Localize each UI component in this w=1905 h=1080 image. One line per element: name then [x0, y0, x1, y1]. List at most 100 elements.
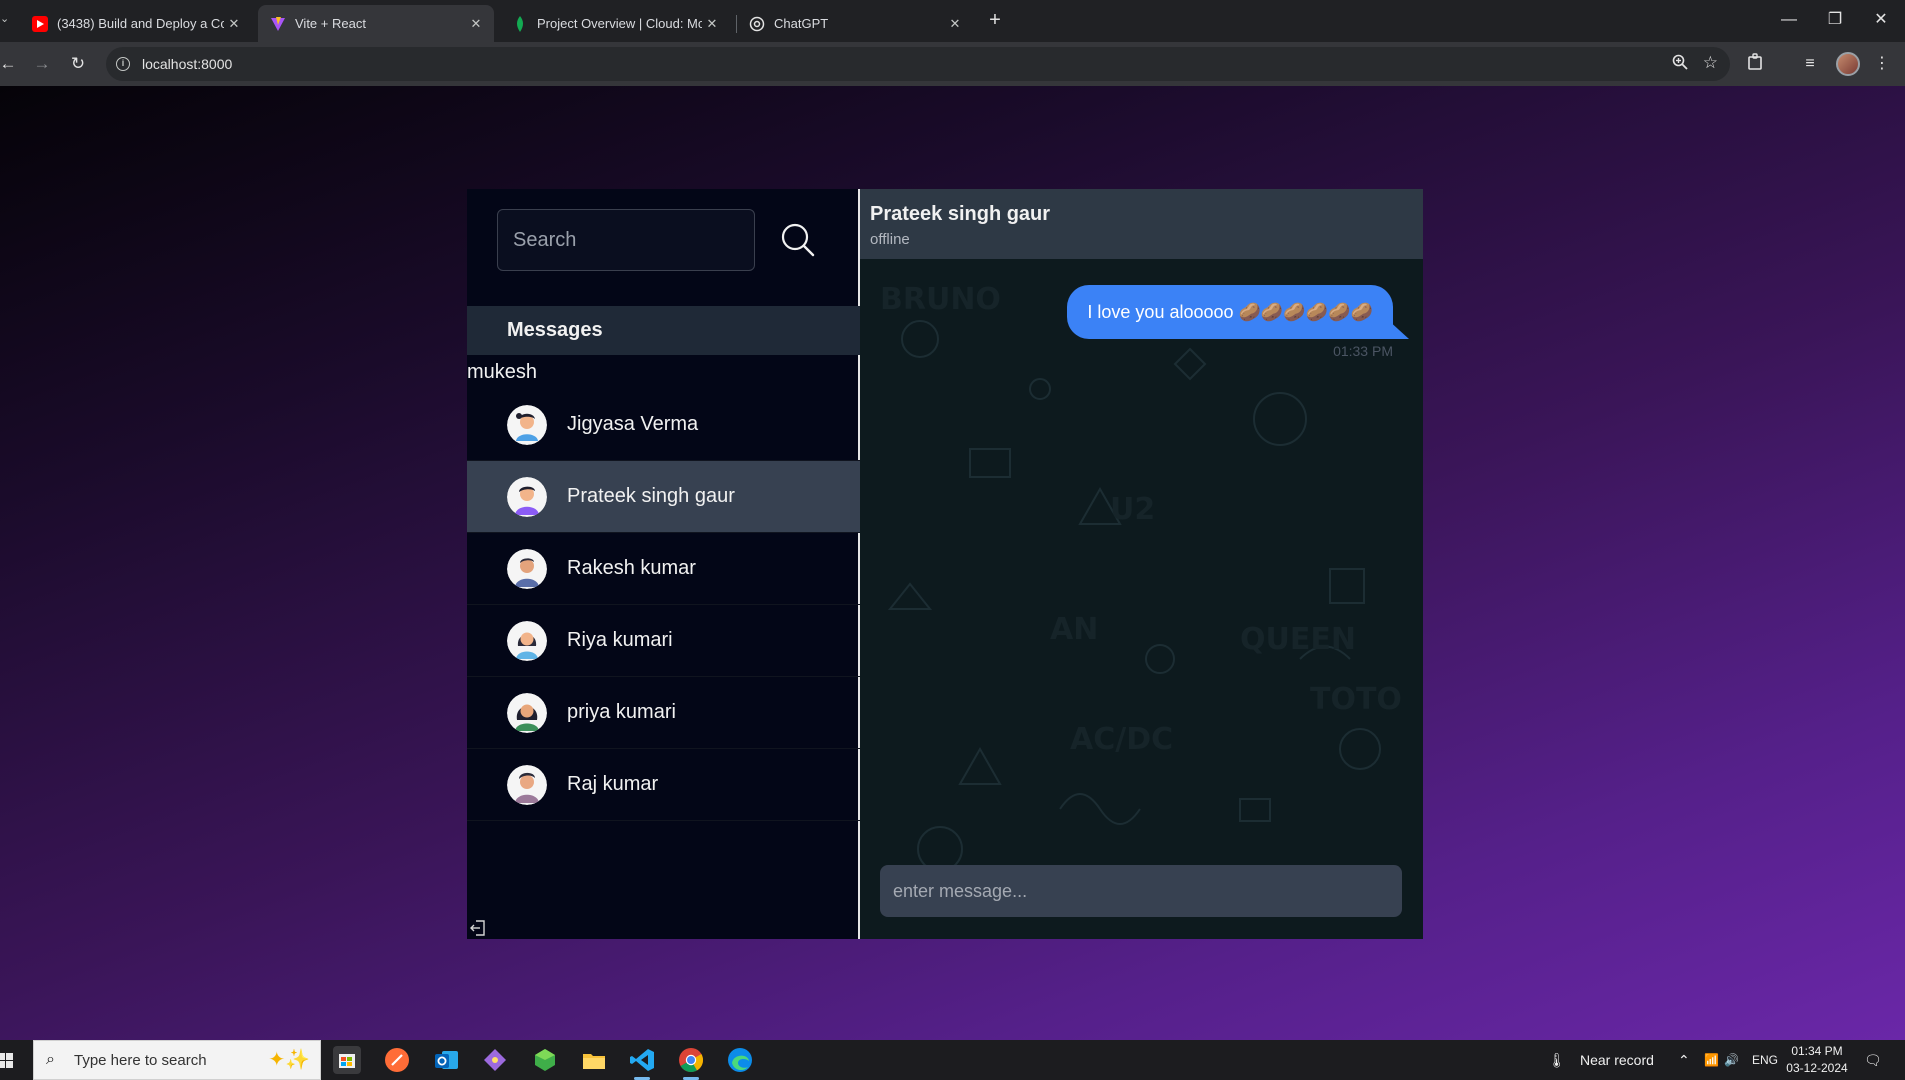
- clock-time: 01:34 PM: [1791, 1044, 1843, 1058]
- svg-text:U2: U2: [1110, 492, 1155, 527]
- file-explorer-icon[interactable]: [580, 1046, 608, 1074]
- tab-title: Project Overview | Cloud: Mong: [537, 16, 702, 31]
- window-close-icon[interactable]: ✕: [1858, 6, 1904, 34]
- avatar: [507, 692, 547, 733]
- bookmark-star-icon[interactable]: ☆: [1703, 53, 1718, 73]
- svg-text:AN: AN: [1050, 612, 1098, 647]
- zoom-icon[interactable]: [1672, 54, 1688, 75]
- svg-text:TOTO: TOTO: [1310, 682, 1402, 717]
- avatar: [507, 764, 547, 805]
- postman-icon[interactable]: [383, 1046, 411, 1074]
- browser-tab-bar: ⌄ (3438) Build and Deploy a Comp ✕ Vite …: [0, 0, 1905, 42]
- contact-item[interactable]: priya kumari: [467, 677, 860, 749]
- youtube-icon: [32, 15, 48, 32]
- minimize-icon[interactable]: —: [1766, 6, 1812, 34]
- git-app-icon[interactable]: [481, 1046, 509, 1074]
- avatar: [507, 404, 547, 445]
- contact-name: Rakesh kumar: [567, 557, 696, 579]
- hexagon-app-icon[interactable]: [531, 1046, 559, 1074]
- edge-icon[interactable]: [726, 1046, 754, 1074]
- site-info-icon[interactable]: i: [116, 57, 130, 71]
- message-input[interactable]: [880, 865, 1402, 917]
- chat-panel: BRUNO U2 QUEEN TOTO AC/DC AN Prateek singh …: [860, 189, 1423, 939]
- taskbar-search-placeholder: Type here to search: [74, 1052, 207, 1069]
- reload-icon[interactable]: ↻: [66, 52, 90, 76]
- contact-item[interactable]: Jigyasa Verma: [467, 389, 860, 461]
- browser-toolbar: ← → ↻ i localhost:8000 ☆ ≡ ⋮: [0, 42, 1905, 86]
- language-indicator[interactable]: ENG: [1752, 1040, 1778, 1080]
- tab-title: Vite + React: [295, 16, 366, 31]
- current-username: mukesh: [467, 361, 538, 383]
- tab-mongodb[interactable]: Project Overview | Cloud: Mong ✕: [500, 5, 730, 42]
- sparkle-icon: ✦✨: [268, 1049, 310, 1071]
- page-viewport: Messages mukesh Jigyasa Verma Prateek si…: [0, 86, 1905, 1040]
- notifications-icon[interactable]: 🗨: [1864, 1040, 1882, 1080]
- url-text: localhost:8000: [142, 56, 233, 72]
- tab-search-chevron-icon[interactable]: ⌄: [0, 12, 14, 30]
- message-bubble-outgoing: I love you alooooo 🥔🥔🥔🥔🥔🥔: [1067, 285, 1393, 339]
- contact-item[interactable]: Rakesh kumar: [467, 533, 860, 605]
- svg-text:QUEEN: QUEEN: [1240, 622, 1356, 657]
- address-bar[interactable]: i localhost:8000 ☆: [106, 47, 1730, 81]
- avatar: [507, 476, 547, 517]
- chrome-icon[interactable]: [677, 1046, 705, 1080]
- taskbar-clock[interactable]: 01:34 PM 03-12-2024: [1784, 1043, 1850, 1077]
- chat-contact-status: offline: [870, 231, 910, 248]
- chat-header: Prateek singh gaur offline: [860, 189, 1423, 259]
- contact-name: Raj kumar: [567, 773, 659, 795]
- tab-title: ChatGPT: [774, 16, 829, 31]
- search-icon[interactable]: [779, 221, 817, 259]
- message-timestamp: 01:33 PM: [1333, 343, 1393, 359]
- search-box: [497, 209, 755, 271]
- contact-name: Jigyasa Verma: [567, 413, 699, 435]
- tab-close-icon[interactable]: ✕: [466, 16, 486, 32]
- contact-item-selected[interactable]: Prateek singh gaur: [467, 461, 860, 533]
- svg-text:AC/DC: AC/DC: [1070, 722, 1173, 757]
- tab-close-icon[interactable]: ✕: [702, 16, 722, 32]
- back-icon[interactable]: ←: [0, 52, 20, 76]
- windows-start-icon[interactable]: [0, 1040, 32, 1080]
- mongodb-leaf-icon: [512, 15, 528, 32]
- taskbar-search-box[interactable]: ⌕ Type here to search ✦✨: [33, 1040, 321, 1080]
- profile-avatar[interactable]: [1836, 52, 1860, 76]
- restore-icon[interactable]: ❐: [1812, 6, 1858, 34]
- extensions-puzzle-icon[interactable]: [1744, 53, 1768, 77]
- weather-icon[interactable]: 🌡: [1548, 1040, 1566, 1080]
- volume-icon[interactable]: 🔊: [1724, 1040, 1739, 1080]
- clock-date: 03-12-2024: [1786, 1061, 1848, 1075]
- sidebar: Messages mukesh Jigyasa Verma Prateek si…: [467, 189, 860, 939]
- search-input[interactable]: [498, 210, 754, 270]
- tab-chatgpt[interactable]: ChatGPT ✕: [737, 5, 973, 42]
- media-queue-icon[interactable]: ≡: [1798, 53, 1822, 77]
- tab-youtube[interactable]: (3438) Build and Deploy a Comp ✕: [20, 5, 252, 42]
- new-tab-plus-icon[interactable]: +: [982, 8, 1008, 34]
- chatgpt-icon: [749, 16, 765, 32]
- forward-icon[interactable]: →: [30, 52, 54, 76]
- vscode-icon[interactable]: [628, 1046, 656, 1080]
- search-icon: ⌕: [46, 1051, 55, 1068]
- network-icon[interactable]: 📶: [1704, 1040, 1719, 1080]
- contact-name: priya kumari: [567, 701, 676, 723]
- outlook-icon[interactable]: [432, 1046, 460, 1074]
- contact-item[interactable]: Riya kumari: [467, 605, 860, 677]
- contact-name: Riya kumari: [567, 629, 673, 651]
- logout-icon[interactable]: [469, 919, 487, 937]
- tab-title: (3438) Build and Deploy a Comp: [57, 16, 224, 31]
- microsoft-store-icon[interactable]: [333, 1046, 361, 1074]
- contact-name: Prateek singh gaur: [567, 485, 735, 507]
- chat-contact-name: Prateek singh gaur: [870, 203, 1051, 225]
- windows-taskbar: ⌕ Type here to search ✦✨ 🌡 Near record ⌃…: [0, 1040, 1905, 1080]
- more-menu-icon[interactable]: ⋮: [1870, 53, 1894, 77]
- message-composer: [880, 865, 1402, 917]
- vite-icon: [270, 16, 286, 32]
- tab-close-icon[interactable]: ✕: [945, 16, 965, 32]
- avatar: [507, 620, 547, 661]
- chat-app: Messages mukesh Jigyasa Verma Prateek si…: [467, 189, 1423, 939]
- avatar: [507, 548, 547, 589]
- weather-text[interactable]: Near record: [1580, 1040, 1654, 1080]
- tab-close-icon[interactable]: ✕: [224, 16, 244, 32]
- svg-text:BRUNO: BRUNO: [880, 282, 1001, 317]
- tray-chevron-up-icon[interactable]: ⌃: [1678, 1040, 1690, 1080]
- tab-vite-react[interactable]: Vite + React ✕: [258, 5, 494, 42]
- contact-item[interactable]: Raj kumar: [467, 749, 860, 821]
